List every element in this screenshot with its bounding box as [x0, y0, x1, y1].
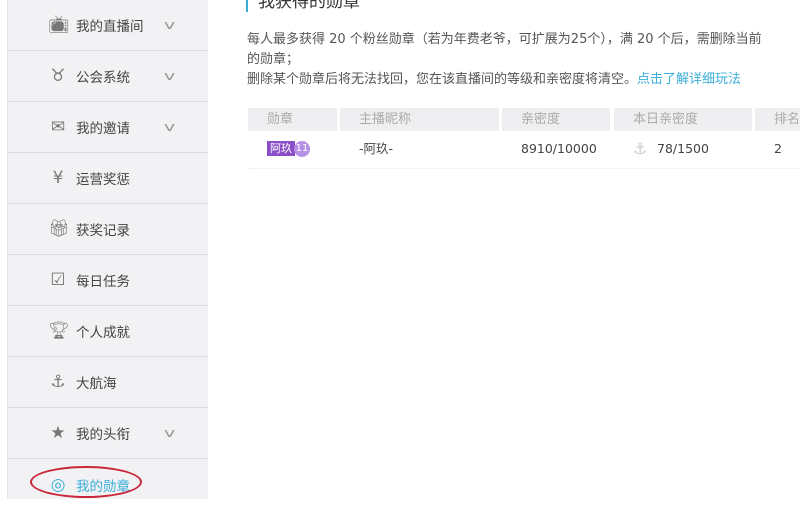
page-title: 我获得的勋章: [246, 0, 360, 12]
intimacy-value: 8910/10000: [521, 141, 597, 156]
sidebar-item-guild[interactable]: ♉︎ 公会系统 v: [8, 51, 208, 102]
chevron-down-icon: v: [163, 120, 176, 134]
sidebar-item-achievements[interactable]: 🏆︎ 个人成就: [8, 306, 208, 357]
desc-line: 每人最多获得 20 个粉丝勋章（若为年费老爷，可扩展为25个），满 20 个后，…: [247, 32, 762, 47]
trophy-icon: 🏆︎: [48, 321, 70, 341]
chevron-down-icon: v: [163, 69, 176, 83]
guild-icon: ♉︎: [50, 66, 66, 86]
anchor-icon: ⚓︎: [50, 372, 66, 392]
row-divider: [248, 168, 800, 169]
desc-line: 的勋章；: [247, 52, 300, 67]
description: 每人最多获得 20 个粉丝勋章（若为年费老爷，可扩展为25个），满 20 个后，…: [247, 30, 800, 90]
today-intimacy-value: 78/1500: [657, 141, 709, 156]
sidebar-item-live-room[interactable]: 📺︎ 我的直播间 v: [8, 0, 208, 51]
tv-icon: 📺︎: [48, 15, 70, 35]
header-medal: 勋章: [248, 108, 337, 131]
sidebar-item-awards[interactable]: 🎁︎ 获奖记录: [8, 204, 208, 255]
anchor-icon: ⚓︎: [633, 139, 648, 158]
desc-line: 删除某个勋章后将无法找回，您在该直播间的等级和亲密度将清空。: [247, 72, 638, 87]
sidebar: 📺︎ 我的直播间 v ♉︎ 公会系统 v ✉︎ 我的邀请 v ¥ 运营奖惩 🎁︎ 获奖记录 ☑ 每…: [7, 0, 208, 499]
header-intimacy: 亲密度: [502, 108, 610, 131]
rank-value: 2: [774, 141, 782, 156]
sidebar-item-invite[interactable]: ✉︎ 我的邀请 v: [8, 102, 208, 153]
sidebar-item-operations[interactable]: ¥ 运营奖惩: [8, 153, 208, 204]
header-rank: 排名: [755, 108, 800, 131]
header-today-intimacy: 本日亲密度: [614, 108, 752, 131]
highlight-circle: [30, 466, 142, 498]
invite-icon: ✉︎: [50, 117, 66, 137]
details-link[interactable]: 点击了解详细玩法: [637, 72, 741, 87]
sidebar-item-daily-tasks[interactable]: ☑ 每日任务: [8, 255, 208, 306]
calendar-check-icon: ☑: [50, 270, 66, 290]
chevron-down-icon: v: [163, 18, 176, 32]
sidebar-item-titles[interactable]: ★ 我的头衔 v: [8, 408, 208, 459]
money-bag-icon: ¥: [52, 168, 64, 188]
chevron-down-icon: v: [163, 426, 176, 440]
star-shield-icon: ★: [50, 423, 66, 443]
sidebar-item-voyage[interactable]: ⚓︎ 大航海: [8, 357, 208, 408]
header-anchor: 主播昵称: [340, 108, 499, 131]
fan-medal-badge[interactable]: 阿玖 11: [267, 140, 310, 157]
anchor-name: -阿玖-: [359, 141, 394, 156]
gift-icon: 🎁︎: [48, 219, 70, 239]
